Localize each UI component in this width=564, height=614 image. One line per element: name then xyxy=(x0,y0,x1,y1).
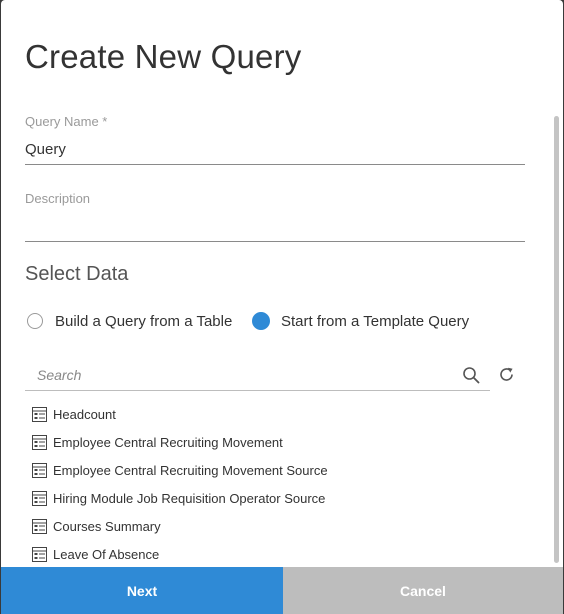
query-name-underline xyxy=(25,164,525,165)
list-item[interactable]: Employee Central Recruiting Movement xyxy=(32,428,532,456)
search-icon[interactable] xyxy=(462,366,480,389)
list-item[interactable]: Leave Of Absence xyxy=(32,540,532,568)
cancel-button[interactable]: Cancel xyxy=(283,567,563,614)
scrollbar-thumb[interactable] xyxy=(554,116,559,563)
radio-button-checked[interactable] xyxy=(252,312,270,330)
table-icon xyxy=(32,518,47,534)
description-input[interactable] xyxy=(25,218,525,235)
table-icon xyxy=(32,434,47,450)
search-input[interactable] xyxy=(37,366,447,384)
search-underline xyxy=(25,390,490,391)
radio-button-unchecked[interactable] xyxy=(27,313,43,329)
radio-label-template-query: Start from a Template Query xyxy=(281,312,470,330)
list-item-label: Leave Of Absence xyxy=(53,546,160,562)
list-item[interactable]: Courses Summary xyxy=(32,512,532,540)
list-item-label: Employee Central Recruiting Movement xyxy=(53,434,283,450)
next-button[interactable]: Next xyxy=(1,567,283,614)
refresh-icon[interactable] xyxy=(498,366,515,388)
list-item-label: Courses Summary xyxy=(53,518,161,534)
template-list: Headcount Employee Central Recruiting Mo… xyxy=(32,400,532,568)
table-icon xyxy=(32,462,47,478)
dialog-title: Create New Query xyxy=(25,38,302,75)
radio-build-from-table[interactable]: Build a Query from a Table xyxy=(27,310,232,332)
table-icon xyxy=(32,406,47,422)
list-item[interactable]: Hiring Module Job Requisition Operator S… xyxy=(32,484,532,512)
table-icon xyxy=(32,490,47,506)
description-label: Description xyxy=(25,191,91,206)
radio-label-build-from-table: Build a Query from a Table xyxy=(55,312,233,330)
list-item-label: Hiring Module Job Requisition Operator S… xyxy=(53,490,326,506)
radio-template-query[interactable]: Start from a Template Query xyxy=(252,310,469,332)
list-item[interactable]: Employee Central Recruiting Movement Sou… xyxy=(32,456,532,484)
create-query-dialog: Create New Query Query Name * Descriptio… xyxy=(1,0,563,614)
query-name-label: Query Name * xyxy=(25,114,108,129)
query-name-input[interactable] xyxy=(25,141,525,158)
dialog-footer: Next Cancel xyxy=(1,567,563,614)
list-item[interactable]: Headcount xyxy=(32,400,532,428)
list-item-label: Employee Central Recruiting Movement Sou… xyxy=(53,462,328,478)
select-data-title: Select Data xyxy=(25,263,129,285)
table-icon xyxy=(32,546,47,562)
list-item-label: Headcount xyxy=(53,406,116,422)
description-underline xyxy=(25,241,525,242)
